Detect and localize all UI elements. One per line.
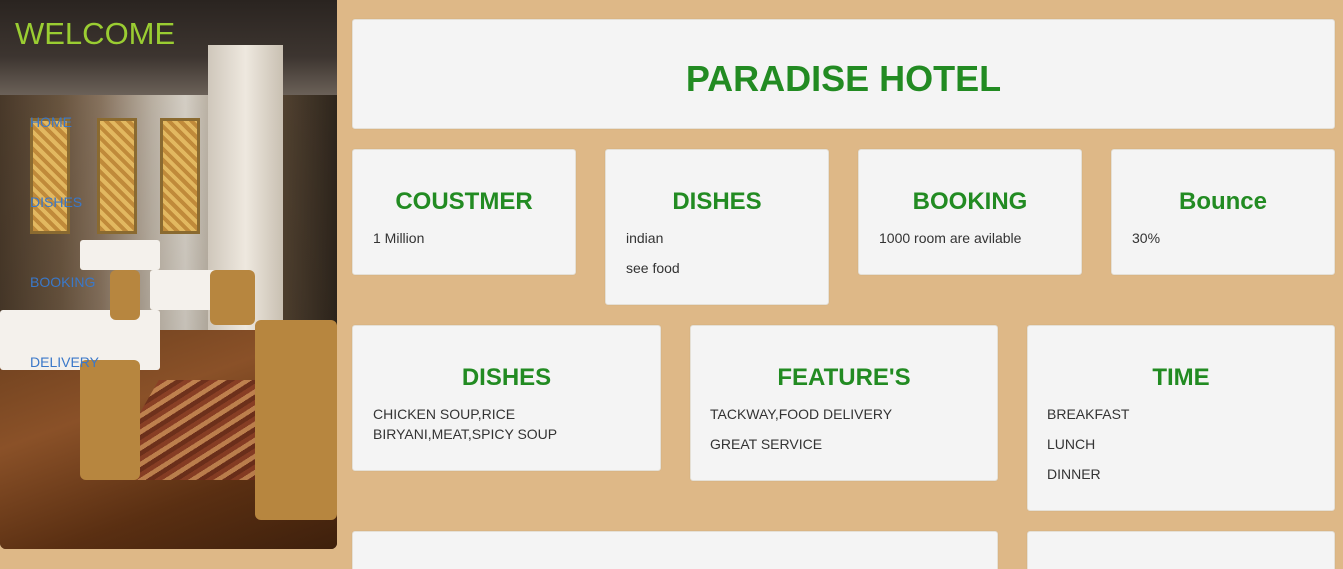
card-text: LUNCH	[1047, 436, 1096, 452]
card-title: FEATURE'S	[777, 364, 911, 391]
stat-card-customer: COUSTMER 1 Million	[352, 149, 576, 275]
nav-link-delivery[interactable]: DELIVERY	[30, 354, 99, 370]
nav-link-home[interactable]: HOME	[30, 114, 72, 130]
bottom-card	[352, 531, 998, 569]
card-title: COUSTMER	[395, 188, 533, 215]
dining-chair	[255, 320, 337, 520]
card-text: DINNER	[1047, 466, 1101, 482]
header-card: PARADISE HOTEL	[352, 19, 1335, 129]
card-text: TACKWAY,FOOD DELIVERY	[710, 406, 893, 422]
card-title: BOOKING	[912, 188, 1028, 215]
dining-chair	[80, 360, 140, 480]
card-text: CHICKEN SOUP,RICE	[373, 406, 516, 422]
dining-chair	[210, 270, 255, 325]
card-title: TIME	[1152, 364, 1210, 391]
stat-card-bounce: Bounce 30%	[1111, 149, 1335, 275]
info-card-dishes: DISHES CHICKEN SOUP,RICE BIRYANI,MEAT,SP…	[352, 325, 661, 471]
stat-card-booking: BOOKING 1000 room are avilable	[858, 149, 1082, 275]
info-card-features: FEATURE'S TACKWAY,FOOD DELIVERY GREAT SE…	[690, 325, 998, 481]
wall-panel	[30, 118, 70, 234]
card-title: DISHES	[672, 188, 762, 215]
welcome-heading: WELCOME	[15, 16, 176, 51]
stat-card-dishes: DISHES indian see food	[605, 149, 829, 305]
card-text: 1 Million	[373, 230, 425, 246]
sidebar: WELCOME HOME DISHES BOOKING DELIVERY	[0, 0, 337, 549]
card-text: see food	[626, 260, 680, 276]
dining-table	[80, 240, 160, 270]
card-text: 30%	[1132, 230, 1161, 246]
card-text: 1000 room are avilable	[879, 230, 1022, 246]
nav-link-booking[interactable]: BOOKING	[30, 274, 95, 290]
card-text: BIRYANI,MEAT,SPICY SOUP	[373, 426, 558, 442]
card-text: BREAKFAST	[1047, 406, 1130, 422]
card-text: indian	[626, 230, 664, 246]
page-title: PARADISE HOTEL	[685, 58, 1002, 99]
bottom-card	[1027, 531, 1335, 569]
card-title: DISHES	[461, 364, 552, 391]
wall-panel	[97, 118, 137, 234]
wall-panel	[160, 118, 200, 234]
nav-link-dishes[interactable]: DISHES	[30, 194, 82, 210]
card-title: Bounce	[1178, 188, 1267, 215]
info-card-time: TIME BREAKFAST LUNCH DINNER	[1027, 325, 1335, 511]
card-text: GREAT SERVICE	[710, 436, 823, 452]
dining-chair	[110, 270, 140, 320]
